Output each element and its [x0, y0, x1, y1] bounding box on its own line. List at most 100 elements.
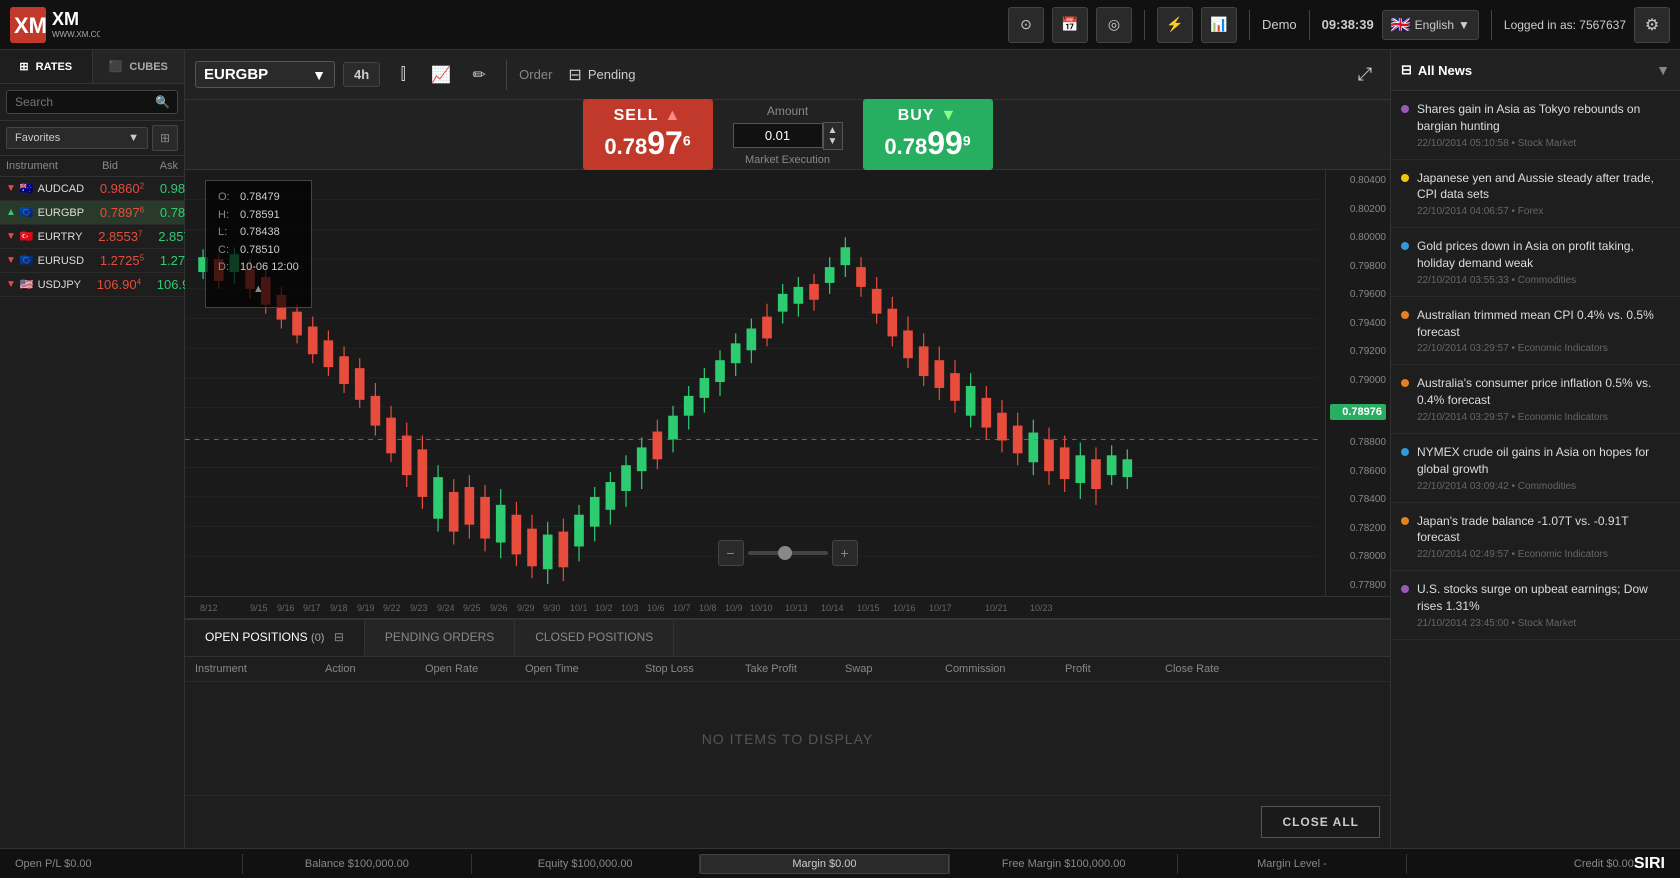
instrument-row-eurtry[interactable]: ▼ 🇹🇷 EURTRY 2.85537 2.85743 09:38 — [0, 225, 184, 249]
buy-button[interactable]: BUY ▼ 0.78999 — [863, 99, 993, 170]
instrument-name-eurgbp: ▲ 🇪🇺 EURGBP — [6, 206, 84, 219]
col-profit-header: Profit — [1065, 663, 1165, 675]
grid-view-button[interactable]: ⊞ — [152, 125, 178, 151]
news-item-1[interactable]: Shares gain in Asia as Tokyo rebounds on… — [1391, 91, 1680, 160]
news-headline-8: U.S. stocks surge on upbeat earnings; Do… — [1417, 581, 1670, 615]
news-meta-8: 21/10/2014 23:45:00 • Stock Market — [1417, 618, 1670, 629]
instrument-row-usdjpy[interactable]: ▼ 🇺🇸 USDJPY 106.904 106.926 09:38 — [0, 273, 184, 297]
date-tick-3: 9/16 — [277, 603, 295, 613]
date-tick-27: 10/21 — [985, 603, 1008, 613]
amount-input[interactable] — [733, 123, 823, 148]
no-items-message: NO ITEMS TO DISPLAY — [185, 682, 1390, 795]
news-item-2[interactable]: Japanese yen and Aussie steady after tra… — [1391, 160, 1680, 229]
tab-pending-orders[interactable]: PENDING ORDERS — [365, 620, 515, 656]
instrument-name-usdjpy: ▼ 🇺🇸 USDJPY — [6, 278, 81, 291]
instrument-row-eurgbp[interactable]: ▲ 🇪🇺 EURGBP 0.78976 0.78999 09:38 — [0, 201, 184, 225]
news-dot-4 — [1401, 311, 1409, 319]
draw-tool-icon[interactable]: ✏ — [464, 60, 494, 90]
label-eurgbp: EURGBP — [38, 207, 84, 219]
open-positions-label: OPEN POSITIONS — [205, 630, 308, 644]
chart-area: O:0.78479 H:0.78591 L:0.78438 C:0.78510 … — [185, 170, 1390, 596]
instrument-name-audcad: ▼ 🇦🇺 AUDCAD — [6, 182, 84, 195]
ohlc-high: 0.78591 — [240, 207, 280, 225]
cubes-tab[interactable]: ⬛ CUBES — [93, 50, 185, 83]
label-eurtry: EURTRY — [38, 231, 83, 243]
bid-usdjpy: 106.904 — [81, 277, 141, 292]
calendar-icon[interactable]: 📅 — [1052, 7, 1088, 43]
zoom-bar[interactable] — [748, 551, 828, 555]
date-tick-6: 9/19 — [357, 603, 375, 613]
rates-tab-label: RATES — [36, 61, 72, 73]
tab-open-positions[interactable]: OPEN POSITIONS (0) ⊟ — [185, 620, 365, 656]
zoom-controls: − + — [718, 540, 858, 566]
news-expand-button[interactable]: ▼ — [1656, 62, 1670, 78]
settings-button[interactable]: ⚙ — [1634, 7, 1670, 43]
timeframe-button[interactable]: 4h — [343, 62, 380, 87]
right-panel: ⊟ All News ▼ Shares gain in Asia as Toky… — [1390, 50, 1680, 848]
amount-stepper[interactable]: ▲ ▼ — [823, 122, 843, 150]
date-tick-17: 10/6 — [647, 603, 665, 613]
news-item-8[interactable]: U.S. stocks surge on upbeat earnings; Do… — [1391, 571, 1680, 640]
news-item-7[interactable]: Japan's trade balance -1.07T vs. -0.91T … — [1391, 503, 1680, 572]
top-bar-right: ⊙ 📅 ◎ ⚡ 📊 Demo 09:38:39 🇬🇧 English ▼ Log… — [1008, 7, 1670, 43]
news-dot-2 — [1401, 174, 1409, 182]
news-meta-4: 22/10/2014 03:29:57 • Economic Indicator… — [1417, 343, 1670, 354]
amount-area: Amount ▲ ▼ Market Execution — [733, 104, 843, 166]
current-price-label: 0.78976 — [1330, 404, 1386, 420]
globe-icon[interactable]: ◎ — [1096, 7, 1132, 43]
candle-chart-icon[interactable]: 📈 — [426, 60, 456, 90]
news-headline-5: Australia's consumer price inflation 0.5… — [1417, 375, 1670, 409]
date-tick-15: 10/2 — [595, 603, 613, 613]
date-tick-13: 9/30 — [543, 603, 561, 613]
lightning-icon[interactable]: ⚡ — [1157, 7, 1193, 43]
zoom-out-button[interactable]: − — [718, 540, 744, 566]
left-panel: ⊞ RATES ⬛ CUBES 🔍 Favorites ▼ ⊞ Instrume… — [0, 50, 185, 848]
lang-dropdown-icon: ▼ — [1458, 18, 1470, 32]
tab-closed-positions[interactable]: CLOSED POSITIONS — [515, 620, 674, 656]
sell-price: 0.78976 — [603, 125, 693, 162]
col-open-time-header: Open Time — [525, 663, 645, 675]
news-item-4[interactable]: Australian trimmed mean CPI 0.4% vs. 0.5… — [1391, 297, 1680, 366]
bars-chart-icon[interactable]: ⫿ — [388, 60, 418, 90]
svg-text:WWW.XM.COM: WWW.XM.COM — [52, 30, 100, 39]
fullscreen-button[interactable]: ⤢ — [1350, 60, 1380, 90]
zoom-thumb[interactable] — [778, 546, 792, 560]
news-title: ⊟ All News — [1401, 62, 1472, 78]
news-item-5[interactable]: Australia's consumer price inflation 0.5… — [1391, 365, 1680, 434]
favorites-label: Favorites — [15, 132, 60, 144]
logo: XM XM WWW.XM.COM — [10, 7, 100, 43]
close-all-button[interactable]: CLOSE ALL — [1261, 806, 1380, 838]
news-dot-7 — [1401, 517, 1409, 525]
left-tabs: ⊞ RATES ⬛ CUBES — [0, 50, 184, 84]
news-content-5: Australia's consumer price inflation 0.5… — [1417, 375, 1670, 423]
news-dot-1 — [1401, 105, 1409, 113]
rates-tab[interactable]: ⊞ RATES — [0, 50, 93, 83]
ohlc-open: 0.78479 — [240, 189, 280, 207]
search-input[interactable] — [6, 90, 178, 114]
balance-status: Balance $100,000.00 — [243, 858, 470, 870]
chart-icon[interactable]: 📊 — [1201, 7, 1237, 43]
search-icon: 🔍 — [155, 95, 170, 109]
date-tick-2: 9/15 — [250, 603, 268, 613]
instrument-row[interactable]: ▼ 🇦🇺 AUDCAD 0.98602 0.98651 09:38 — [0, 177, 184, 201]
news-headline-1: Shares gain in Asia as Tokyo rebounds on… — [1417, 101, 1670, 135]
language-selector[interactable]: 🇬🇧 English ▼ — [1382, 10, 1479, 40]
bid-eurtry: 2.85537 — [82, 229, 142, 244]
news-item-3[interactable]: Gold prices down in Asia on profit takin… — [1391, 228, 1680, 297]
siri-logo: SIRI — [1634, 855, 1665, 873]
cubes-tab-label: CUBES — [129, 61, 168, 73]
news-meta-1: 22/10/2014 05:10:58 • Stock Market — [1417, 138, 1670, 149]
positions-list-icon: ⊟ — [334, 630, 344, 644]
news-item-6[interactable]: NYMEX crude oil gains in Asia on hopes f… — [1391, 434, 1680, 503]
amount-input-wrap: ▲ ▼ — [733, 122, 843, 150]
zoom-in-button[interactable]: + — [832, 540, 858, 566]
cubes-icon: ⬛ — [109, 61, 123, 73]
watchlist-icon[interactable]: ⊙ — [1008, 7, 1044, 43]
favorites-dropdown[interactable]: Favorites ▼ — [6, 127, 148, 149]
sell-button[interactable]: SELL ▲ 0.78976 — [583, 99, 713, 170]
date-axis: 8/12 9/15 9/16 9/17 9/18 9/19 9/22 9/23 … — [185, 596, 1390, 618]
instrument-row-eurusd[interactable]: ▼ 🇪🇺 EURUSD 1.27255 1.27275 09:38 — [0, 249, 184, 273]
bid-eurusd: 1.27255 — [84, 253, 144, 268]
demo-label: Demo — [1262, 17, 1297, 32]
pair-selector[interactable]: EURGBP ▼ — [195, 61, 335, 88]
